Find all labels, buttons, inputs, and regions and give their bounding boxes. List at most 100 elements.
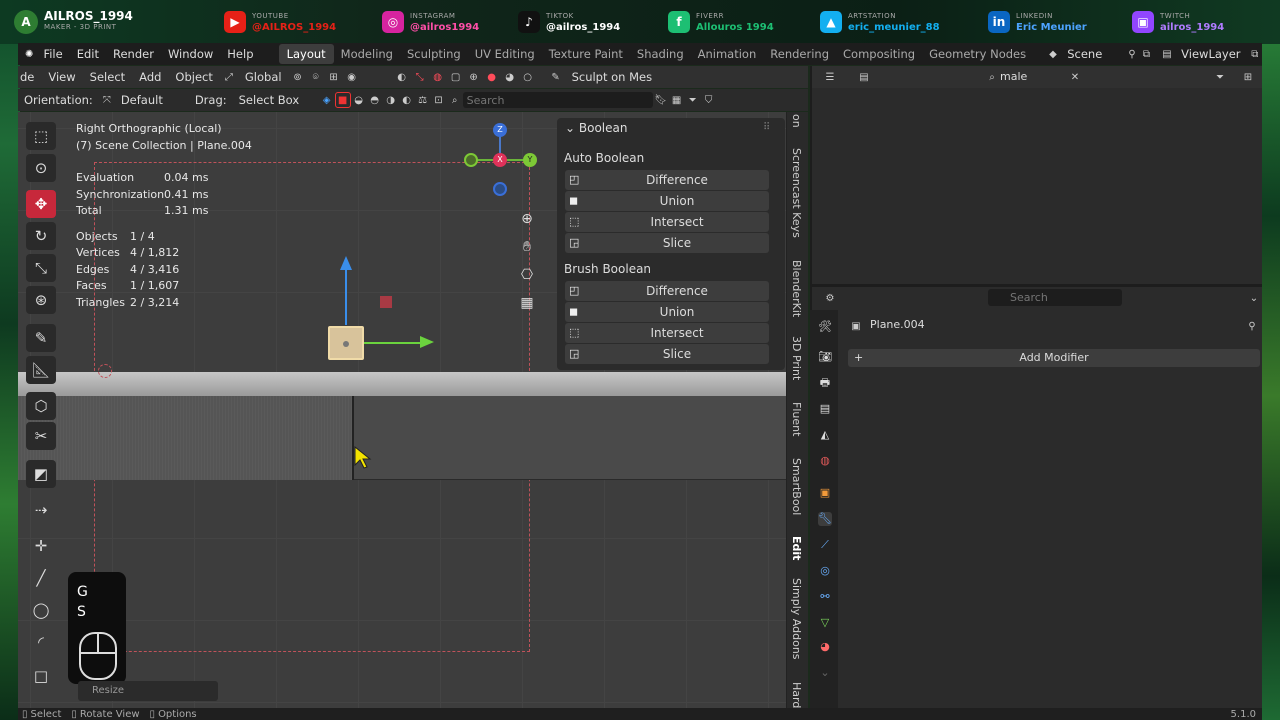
- visibility-icon[interactable]: ◐: [394, 69, 410, 85]
- boolean-tool-icon[interactable]: ⚖: [415, 92, 431, 108]
- move-tool-icon[interactable]: ✥: [26, 190, 56, 218]
- scene-selector[interactable]: Scene: [1060, 47, 1125, 61]
- pan-hand-icon[interactable]: ✋︎: [516, 233, 538, 261]
- shading-wire-icon[interactable]: ⊕: [466, 69, 482, 85]
- menu-add[interactable]: Add: [133, 70, 167, 84]
- viewlayer-selector[interactable]: ViewLayer: [1174, 47, 1247, 61]
- pivot-icon[interactable]: ⊚: [290, 69, 306, 85]
- tab-shading[interactable]: Shading: [630, 47, 691, 61]
- view-layer-tab-icon[interactable]: ▤: [818, 402, 832, 416]
- select-box-tool-icon[interactable]: ⬚: [26, 122, 56, 150]
- tab-sculpting[interactable]: Sculpting: [400, 47, 468, 61]
- social-fiverr[interactable]: f FIVERR Allouros 1994: [668, 7, 774, 37]
- boolean-tool-icon[interactable]: ◓: [367, 92, 383, 108]
- social-instagram[interactable]: ◎ INSTAGRAM @ailros1994: [382, 7, 479, 37]
- snap-target-icon[interactable]: ⊞: [326, 69, 342, 85]
- copy-viewlayer-icon[interactable]: ⧉: [1248, 46, 1262, 62]
- add-cube-tool-icon[interactable]: ⬡: [26, 392, 56, 420]
- tab-edit[interactable]: Edit: [790, 536, 803, 560]
- social-linkedin[interactable]: in LINKEDIN Eric Meunier: [988, 7, 1087, 37]
- zoom-icon[interactable]: ⊕: [516, 205, 538, 233]
- xray-icon[interactable]: ▢: [448, 69, 464, 85]
- 3d-cursor-icon[interactable]: [98, 364, 112, 378]
- drag-select[interactable]: Select Box: [233, 93, 319, 107]
- material-tab-icon[interactable]: ◕: [818, 640, 832, 654]
- menu-help[interactable]: Help: [220, 47, 260, 61]
- drag-handle-icon[interactable]: ⠿: [763, 122, 770, 133]
- tab-screencast-keys[interactable]: Screencast Keys: [790, 148, 803, 238]
- edit-tool-icon[interactable]: ✂: [26, 422, 56, 450]
- orientation-select[interactable]: Default: [115, 93, 189, 107]
- mode-selector[interactable]: de: [18, 70, 40, 84]
- world-tab-icon[interactable]: ◍: [818, 454, 832, 468]
- gizmo-x-axis[interactable]: X: [493, 153, 507, 167]
- boolean-tool-icon[interactable]: ◐: [399, 92, 415, 108]
- display-mode-icon[interactable]: ▤: [856, 69, 872, 85]
- tab-compositing[interactable]: Compositing: [836, 47, 922, 61]
- circle-tool-icon[interactable]: ◯: [26, 596, 56, 624]
- arc-tool-icon[interactable]: ◜: [26, 628, 56, 656]
- copy-scene-icon[interactable]: ⧉: [1139, 46, 1153, 62]
- social-tiktok[interactable]: ♪ TIKTOK @ailros_1994: [518, 7, 620, 37]
- auto-union-button[interactable]: ◼ Union: [565, 191, 769, 211]
- properties-editor-type-icon[interactable]: ⚙: [822, 290, 838, 306]
- tab-simply-addons[interactable]: Simply Addons: [790, 578, 803, 660]
- sculpt-on-mesh-button[interactable]: Sculpt on Mes: [566, 70, 659, 84]
- snap-icon[interactable]: ⌾: [308, 69, 324, 85]
- boolean-tool-icon[interactable]: ⊡: [431, 92, 447, 108]
- tab-blenderkit[interactable]: BlenderKit: [790, 260, 803, 317]
- shading-rendered-icon[interactable]: ○: [520, 69, 536, 85]
- z-arrow-head[interactable]: [340, 256, 352, 270]
- menu-file[interactable]: File: [36, 47, 69, 61]
- layout-icon[interactable]: ▦: [669, 92, 685, 108]
- shield-icon[interactable]: ⛉: [701, 92, 717, 108]
- navigation-gizmo[interactable]: Z X Y: [464, 122, 544, 198]
- measure-tool-icon[interactable]: 📐︎: [26, 356, 56, 384]
- chevron-down-icon[interactable]: ⌄: [1246, 290, 1262, 306]
- scale-tool-icon[interactable]: ⤡: [26, 254, 56, 282]
- last-operator-panel[interactable]: Resize: [78, 681, 218, 701]
- gizmo-y-axis[interactable]: Y: [523, 153, 537, 167]
- pin-icon[interactable]: ⚲: [1244, 318, 1260, 334]
- menu-window[interactable]: Window: [161, 47, 220, 61]
- tab-uv-editing[interactable]: UV Editing: [468, 47, 542, 61]
- z-axis-arrow[interactable]: [345, 267, 347, 325]
- move-tool-alt-icon[interactable]: ⇢: [26, 496, 56, 524]
- addon-icon[interactable]: ◈: [319, 92, 335, 108]
- tab-texture-paint[interactable]: Texture Paint: [542, 47, 630, 61]
- tool-tab-icon[interactable]: 🛠︎: [818, 320, 832, 334]
- tool-search-input[interactable]: [462, 92, 653, 108]
- add-modifier-button[interactable]: + Add Modifier: [848, 349, 1260, 367]
- plane-handle[interactable]: [380, 296, 392, 308]
- brush-difference-button[interactable]: ◰ Difference: [565, 281, 769, 301]
- transform-orientation-icon[interactable]: ⤢: [221, 69, 237, 85]
- boolean-tool-icon[interactable]: ◒: [351, 92, 367, 108]
- brush-union-button[interactable]: ◼ Union: [565, 302, 769, 322]
- point-tool-icon[interactable]: ✛: [26, 532, 56, 560]
- output-tab-icon[interactable]: 🖶︎: [818, 376, 832, 390]
- tab-smartbool[interactable]: SmartBool: [790, 458, 803, 515]
- new-collection-icon[interactable]: ⊞: [1240, 69, 1256, 85]
- menu-render[interactable]: Render: [106, 47, 161, 61]
- blender-logo-icon[interactable]: ✺: [22, 46, 36, 62]
- menu-select[interactable]: Select: [84, 70, 131, 84]
- physics-tab-icon[interactable]: ◎: [818, 564, 832, 578]
- auto-intersect-button[interactable]: ⬚ Intersect: [565, 212, 769, 232]
- filter-icon[interactable]: ⏷: [1212, 69, 1228, 85]
- transform-tool-icon[interactable]: ⊛: [26, 286, 56, 314]
- particles-tab-icon[interactable]: ⟋: [818, 538, 832, 552]
- cursor-tool-icon[interactable]: ⊙: [26, 154, 56, 182]
- filter-icon[interactable]: ⏷: [685, 92, 701, 108]
- scene-tab-icon[interactable]: ◭: [818, 428, 832, 442]
- tab-geometry-nodes[interactable]: Geometry Nodes: [922, 47, 1033, 61]
- boolean-panel-header[interactable]: ⌄ Boolean: [565, 121, 627, 135]
- annotate-tool-icon[interactable]: ✎: [26, 324, 56, 352]
- transform-orientation-select[interactable]: Global: [239, 70, 288, 84]
- shading-solid-icon[interactable]: ●: [484, 69, 500, 85]
- properties-search-input[interactable]: [988, 289, 1122, 306]
- social-twitch[interactable]: ▣ TWITCH ailros_1994: [1132, 7, 1224, 37]
- y-arrow-head[interactable]: [420, 336, 434, 348]
- tab-3d-print[interactable]: 3D Print: [790, 336, 803, 380]
- menu-object[interactable]: Object: [169, 70, 218, 84]
- overlay-icon[interactable]: ◍: [430, 69, 446, 85]
